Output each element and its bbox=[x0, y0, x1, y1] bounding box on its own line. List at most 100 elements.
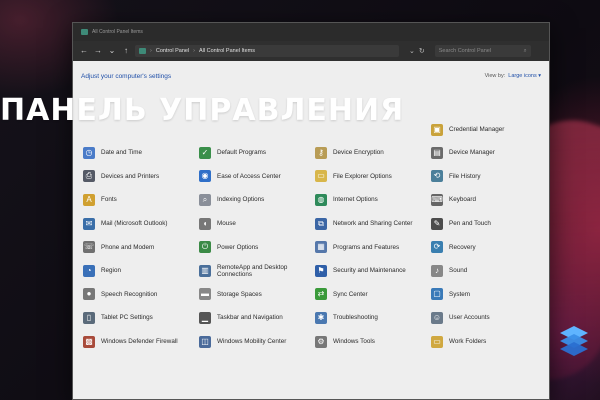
control-panel-item-work-folders[interactable]: ▭ Work Folders bbox=[429, 330, 545, 354]
control-panel-item-programs-and-features[interactable]: ▦ Programs and Features bbox=[313, 235, 429, 259]
dropdown-chevron-icon[interactable]: ⌄ bbox=[409, 47, 415, 55]
item-label: File History bbox=[449, 172, 481, 180]
control-panel-item-power-options[interactable]: ⏻ Power Options bbox=[197, 235, 313, 259]
printer-icon: ⎙ bbox=[83, 170, 95, 183]
item-label: Credential Manager bbox=[449, 126, 505, 134]
breadcrumb-separator: › bbox=[193, 48, 196, 54]
default-programs-icon: ✓ bbox=[199, 146, 211, 159]
control-panel-item-device-manager[interactable]: ▤ Device Manager bbox=[429, 141, 545, 165]
control-panel-item-pen-and-touch[interactable]: ✎ Pen and Touch bbox=[429, 212, 545, 236]
view-by-label: View by: bbox=[484, 73, 506, 79]
control-panel-item-troubleshooting[interactable]: ✱ Troubleshooting bbox=[313, 306, 429, 330]
phone-icon: ☏ bbox=[83, 241, 95, 254]
item-label: Keyboard bbox=[449, 196, 476, 204]
control-panel-item-credential-manager[interactable]: ▣ Credential Manager bbox=[429, 118, 545, 142]
system-icon: ▢ bbox=[431, 288, 443, 301]
control-panel-item-region[interactable]: ◔ Region bbox=[81, 259, 197, 283]
control-panel-item-windows-mobility-center[interactable]: ◫ Windows Mobility Center bbox=[197, 330, 313, 354]
forward-arrow-icon[interactable]: → bbox=[93, 46, 103, 56]
control-panel-item-sound[interactable]: ♪ Sound bbox=[429, 259, 545, 283]
control-panel-item-speech-recognition[interactable]: ● Speech Recognition bbox=[81, 283, 197, 307]
power-icon: ⏻ bbox=[199, 241, 211, 254]
item-label: Region bbox=[101, 267, 121, 275]
page-heading: Adjust your computer's settings bbox=[81, 72, 172, 80]
globe-icon: ◍ bbox=[315, 193, 327, 206]
flag-icon: ⚑ bbox=[315, 264, 327, 277]
recovery-icon: ⟳ bbox=[431, 241, 443, 254]
control-panel-item-file-history[interactable]: ⟲ File History bbox=[429, 165, 545, 189]
item-label: Storage Spaces bbox=[217, 290, 262, 298]
title-bar[interactable]: All Control Panel Items bbox=[73, 23, 549, 41]
control-panel-item-recovery[interactable]: ⟳ Recovery bbox=[429, 235, 545, 259]
control-panel-item-devices-and-printers[interactable]: ⎙ Devices and Printers bbox=[81, 165, 197, 189]
control-panel-item-file-explorer-options[interactable]: ▭ File Explorer Options bbox=[313, 165, 429, 189]
breadcrumb-all-items[interactable]: All Control Panel Items bbox=[199, 48, 255, 54]
control-panel-item-date-and-time[interactable]: ◷ Date and Time bbox=[81, 141, 197, 165]
file-history-icon: ⟲ bbox=[431, 170, 443, 183]
control-panel-item-security-and-maintenance[interactable]: ⚑ Security and Maintenance bbox=[313, 259, 429, 283]
item-label: Sound bbox=[449, 267, 468, 275]
item-label: Ease of Access Center bbox=[217, 172, 281, 180]
item-label: Recovery bbox=[449, 243, 476, 251]
item-label: Troubleshooting bbox=[333, 314, 378, 322]
item-label: Windows Mobility Center bbox=[217, 338, 287, 346]
back-arrow-icon[interactable]: ← bbox=[79, 46, 89, 56]
recent-chevron-icon[interactable]: ⌄ bbox=[107, 46, 117, 56]
search-icon: ⌕ bbox=[523, 47, 527, 54]
view-by-dropdown[interactable]: Large icons ▾ bbox=[508, 73, 541, 79]
control-panel-item-phone-and-modem[interactable]: ☏ Phone and Modem bbox=[81, 235, 197, 259]
item-label: Mouse bbox=[217, 220, 236, 228]
item-label: File Explorer Options bbox=[333, 172, 392, 180]
control-panel-item-default-programs[interactable]: ✓ Default Programs bbox=[197, 141, 313, 165]
control-panel-item-storage-spaces[interactable]: ▬ Storage Spaces bbox=[197, 283, 313, 307]
window-title: All Control Panel Items bbox=[92, 29, 143, 35]
item-label: Security and Maintenance bbox=[333, 267, 406, 275]
indexing-icon: ⌕ bbox=[199, 193, 211, 206]
item-label: System bbox=[449, 290, 470, 298]
control-panel-item-user-accounts[interactable]: ☺ User Accounts bbox=[429, 306, 545, 330]
refresh-icon[interactable]: ↻ bbox=[419, 47, 425, 55]
item-label: Indexing Options bbox=[217, 196, 265, 204]
control-panel-item-windows-defender-firewall[interactable]: ▩ Windows Defender Firewall bbox=[81, 330, 197, 354]
control-panel-item-remoteapp-and-desktop-connections[interactable]: ▥ RemoteApp and Desktop Connections bbox=[197, 259, 313, 283]
control-panel-item-mouse[interactable]: ◖ Mouse bbox=[197, 212, 313, 236]
control-panel-item-windows-tools[interactable]: ⚙ Windows Tools bbox=[313, 330, 429, 354]
fonts-icon: A bbox=[83, 193, 95, 206]
control-panel-item-mail-microsoft-outlook[interactable]: ✉ Mail (Microsoft Outlook) bbox=[81, 212, 197, 236]
address-bar[interactable]: › Control Panel › All Control Panel Item… bbox=[135, 45, 399, 57]
control-panel-item-network-and-sharing-center[interactable]: ⧉ Network and Sharing Center bbox=[313, 212, 429, 236]
control-panel-item-indexing-options[interactable]: ⌕ Indexing Options bbox=[197, 188, 313, 212]
address-toolbar: ← → ⌄ ↑ › Control Panel › All Control Pa… bbox=[73, 41, 549, 61]
tablet-icon: ▯ bbox=[83, 311, 95, 324]
control-panel-item-taskbar-and-navigation[interactable]: ▁ Taskbar and Navigation bbox=[197, 306, 313, 330]
control-panel-item-device-encryption[interactable]: ⚷ Device Encryption bbox=[313, 141, 429, 165]
control-panel-item-system[interactable]: ▢ System bbox=[429, 283, 545, 307]
item-label: Sync Center bbox=[333, 290, 368, 298]
item-label: Mail (Microsoft Outlook) bbox=[101, 220, 168, 228]
up-arrow-icon[interactable]: ↑ bbox=[121, 46, 131, 56]
sync-icon: ⇄ bbox=[315, 288, 327, 301]
search-input[interactable]: Search Control Panel ⌕ bbox=[434, 45, 531, 57]
control-panel-item-keyboard[interactable]: ⌨ Keyboard bbox=[429, 188, 545, 212]
breadcrumb-control-panel[interactable]: Control Panel bbox=[156, 48, 189, 54]
storage-icon: ▬ bbox=[199, 288, 211, 301]
firewall-icon: ▩ bbox=[83, 335, 95, 348]
microphone-icon: ● bbox=[83, 288, 95, 301]
item-label: Device Encryption bbox=[333, 149, 384, 157]
credential-icon: ▣ bbox=[431, 123, 443, 136]
control-panel-item-internet-options[interactable]: ◍ Internet Options bbox=[313, 188, 429, 212]
control-panel-item-tablet-pc-settings[interactable]: ▯ Tablet PC Settings bbox=[81, 306, 197, 330]
users-icon: ☺ bbox=[431, 311, 443, 324]
breadcrumb-separator: › bbox=[150, 48, 152, 54]
key-icon: ⚷ bbox=[315, 146, 327, 159]
item-label: Devices and Printers bbox=[101, 172, 160, 180]
control-panel-item-sync-center[interactable]: ⇄ Sync Center bbox=[313, 283, 429, 307]
item-label: Pen and Touch bbox=[449, 220, 491, 228]
item-label: Speech Recognition bbox=[101, 290, 158, 298]
mobility-icon: ◫ bbox=[199, 335, 211, 348]
item-label: Default Programs bbox=[217, 149, 266, 157]
control-panel-window: All Control Panel Items ← → ⌄ ↑ › Contro… bbox=[72, 22, 550, 400]
item-label: RemoteApp and Desktop Connections bbox=[217, 263, 288, 278]
control-panel-item-fonts[interactable]: A Fonts bbox=[81, 188, 197, 212]
control-panel-item-ease-of-access-center[interactable]: ◉ Ease of Access Center bbox=[197, 165, 313, 189]
